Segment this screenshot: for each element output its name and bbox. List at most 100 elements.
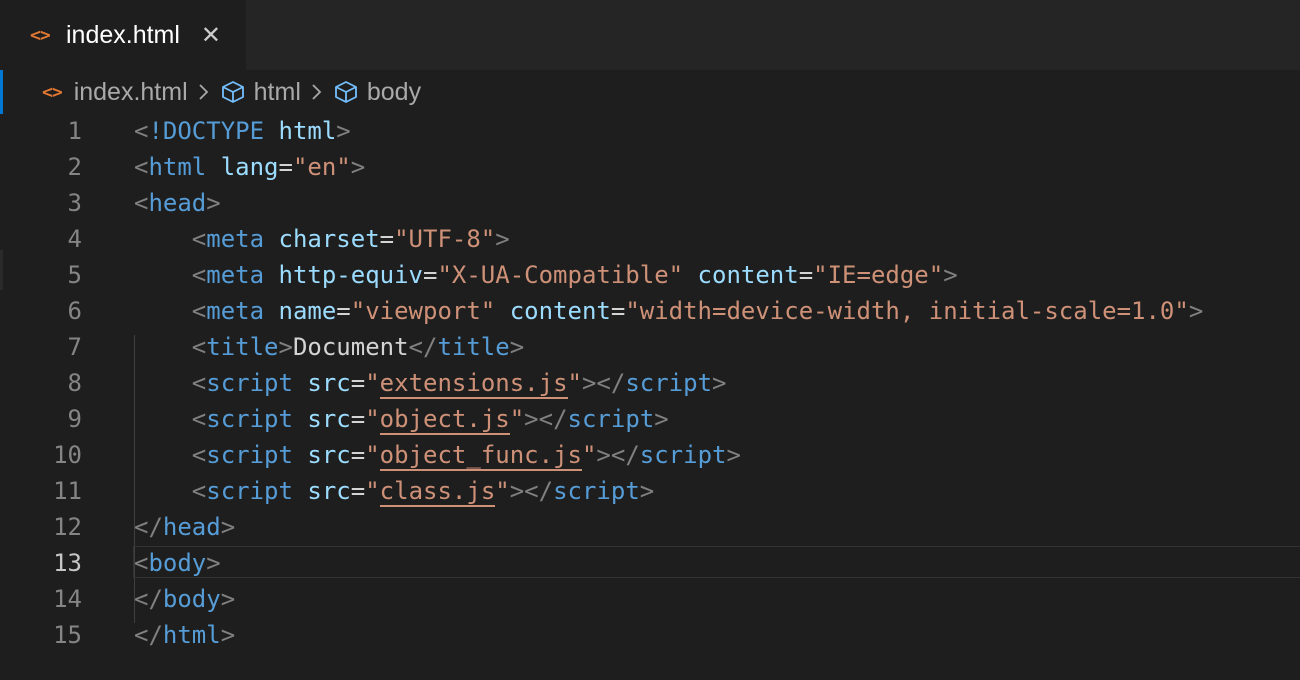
code-token: script xyxy=(206,441,293,469)
code-token: < xyxy=(134,153,149,181)
line-number: 12 xyxy=(53,513,82,541)
code-token: > xyxy=(509,333,525,361)
line-number: 9 xyxy=(67,405,82,433)
code-token: = xyxy=(379,225,395,253)
code-line[interactable]: 14 </body> xyxy=(0,581,1300,617)
code-line[interactable]: 6 <meta name="viewport" content="width=d… xyxy=(0,293,1300,329)
code-token: > xyxy=(495,225,510,253)
line-content: <meta charset="UTF-8"> xyxy=(134,221,510,257)
close-icon[interactable]: ✕ xyxy=(198,21,224,49)
line-number: 1 xyxy=(67,117,82,145)
code-token: " xyxy=(365,441,380,469)
html-file-icon: <> xyxy=(30,24,51,46)
code-line[interactable]: 11 <script src="class.js"></script> xyxy=(0,473,1300,509)
code-token: > xyxy=(336,117,351,145)
link-token[interactable]: extensions.js xyxy=(379,369,568,399)
code-line[interactable]: 3 <head> xyxy=(0,185,1300,221)
line-number: 7 xyxy=(67,333,82,361)
link-token[interactable]: object_func.js xyxy=(379,441,582,471)
breadcrumb-label-html: html xyxy=(253,77,301,106)
link-token[interactable]: class.js xyxy=(379,477,496,507)
code-token: script xyxy=(553,477,640,505)
code-token: html xyxy=(278,117,337,145)
code-token: "en" xyxy=(292,153,351,181)
code-area[interactable]: 1 <!DOCTYPE html> 2 <html lang="en"> 3 <head>… xyxy=(0,113,1300,653)
code-token: < xyxy=(134,549,149,577)
line-content: <meta http-equiv="X-UA-Compatible" conte… xyxy=(134,257,958,293)
code-token: > xyxy=(206,549,221,577)
breadcrumb-item-file[interactable]: <> index.html xyxy=(42,78,188,107)
code-line[interactable]: 12 </head> xyxy=(0,509,1300,545)
line-number: 4 xyxy=(67,225,82,253)
code-token: body xyxy=(148,549,207,577)
line-content: <script src="extensions.js"></script> xyxy=(134,365,726,401)
code-token: ></ xyxy=(581,369,626,397)
code-token: " xyxy=(365,369,380,397)
cube-icon xyxy=(220,79,246,105)
code-token: " xyxy=(365,477,380,505)
code-line[interactable]: 8 <script src="extensions.js"></script> xyxy=(0,365,1300,401)
code-line[interactable]: 9 <script src="object.js"></script> xyxy=(0,401,1300,437)
code-token: > xyxy=(726,441,741,469)
line-number: 13 xyxy=(53,549,82,577)
code-line[interactable]: 13 <body> xyxy=(0,545,1300,581)
code-editor[interactable]: <> index.html ✕ <> index.html html body … xyxy=(0,0,1300,680)
code-token: ></ xyxy=(509,477,554,505)
code-token: < xyxy=(191,297,207,325)
breadcrumb-item-body[interactable]: body xyxy=(333,78,421,107)
code-line[interactable]: 15 </html> xyxy=(0,617,1300,653)
code-token: < xyxy=(191,333,207,361)
line-content: <body> xyxy=(134,545,221,581)
code-token: " xyxy=(581,441,597,469)
line-content: <script src="object_func.js"></script> xyxy=(134,437,741,473)
code-token: </ xyxy=(134,621,163,649)
code-token: = xyxy=(610,297,626,325)
code-line[interactable]: 10 <script src="object_func.js"></script… xyxy=(0,437,1300,473)
code-token: < xyxy=(191,405,207,433)
code-token: script xyxy=(639,441,727,469)
code-token: charset xyxy=(278,225,380,253)
code-token: head xyxy=(148,189,207,217)
tab-bar: <> index.html ✕ xyxy=(0,0,1300,70)
cube-icon xyxy=(333,79,359,105)
code-token: < xyxy=(191,369,207,397)
code-token: " xyxy=(495,477,510,505)
code-line[interactable]: 1 <!DOCTYPE html> xyxy=(0,113,1300,149)
breadcrumb-item-html[interactable]: html xyxy=(220,78,301,107)
code-token: > xyxy=(350,153,366,181)
code-token: < xyxy=(191,261,207,289)
code-token: ></ xyxy=(524,405,568,433)
code-token: meta xyxy=(206,261,265,289)
tab-index-html[interactable]: <> index.html ✕ xyxy=(0,0,246,70)
line-number: 10 xyxy=(53,441,82,469)
code-line[interactable]: 5 <meta http-equiv="X-UA-Compatible" con… xyxy=(0,257,1300,293)
code-token: = xyxy=(350,477,366,505)
code-line[interactable]: 4 <meta charset="UTF-8"> xyxy=(0,221,1300,257)
line-content: <script src="class.js"></script> xyxy=(134,473,654,509)
code-token: < xyxy=(191,477,207,505)
line-content: <head> xyxy=(134,185,221,221)
link-token[interactable]: object.js xyxy=(379,405,510,435)
code-line[interactable]: 7 <title>Document</title> xyxy=(0,329,1300,365)
code-token: > xyxy=(943,261,958,289)
code-token: src xyxy=(307,405,351,433)
line-number: 3 xyxy=(67,189,82,217)
code-token: script xyxy=(567,405,655,433)
code-token: meta xyxy=(206,225,265,253)
code-line[interactable]: 2 <html lang="en"> xyxy=(0,149,1300,185)
code-token: !DOCTYPE xyxy=(148,117,265,145)
